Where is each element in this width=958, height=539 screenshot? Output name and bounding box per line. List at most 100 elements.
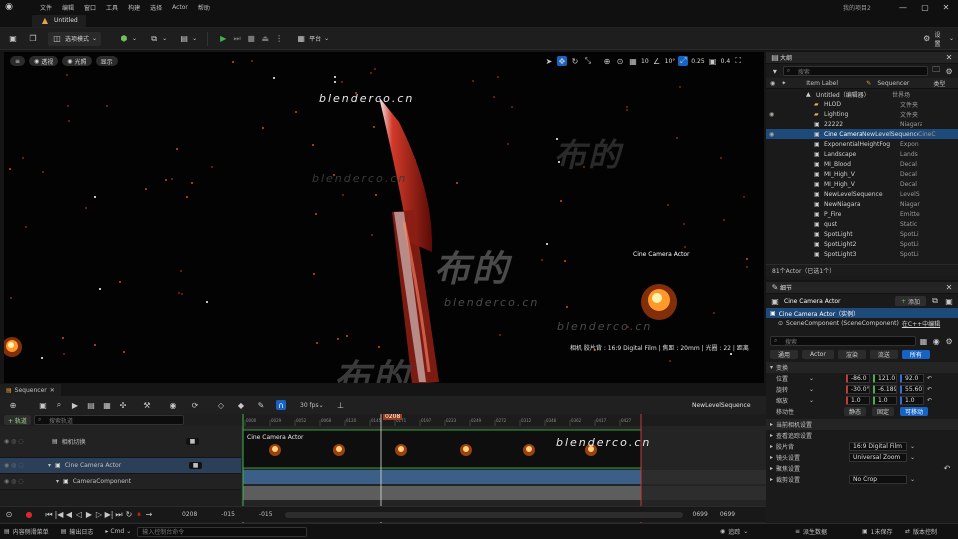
rotate-icon[interactable]: ↻: [570, 56, 580, 66]
snap-magnet-icon[interactable]: ∩: [276, 400, 286, 410]
end-icon[interactable]: →: [144, 510, 154, 520]
outliner-row[interactable]: ▣ P_Fire Emitte: [766, 209, 958, 219]
maximize-icon[interactable]: ▢: [920, 2, 930, 12]
close-icon[interactable]: ✕: [941, 2, 951, 12]
pin-column-icon[interactable]: ✦: [781, 80, 786, 87]
add-component-button[interactable]: + 添加: [894, 296, 926, 306]
transform-value-field[interactable]: 1.0: [873, 396, 897, 405]
transform-value-field[interactable]: 1.0: [900, 396, 924, 405]
angle-snap-icon[interactable]: ∠: [652, 56, 662, 66]
visibility-eye-icon[interactable]: ◉: [766, 131, 780, 138]
focus-row[interactable]: ▸ 聚焦设置 ↶: [766, 463, 958, 474]
outliner-row[interactable]: ▣ SpotLight SpotLi: [766, 229, 958, 239]
angle-snap-value[interactable]: 10°: [665, 58, 676, 65]
timeline-scrollbar[interactable]: [284, 511, 683, 518]
next-key-icon[interactable]: ▶|: [104, 510, 114, 520]
filmback-select[interactable]: 16:9 Digital Film: [849, 442, 908, 451]
add-folder-icon[interactable]: 🗀: [931, 65, 941, 76]
outliner-row[interactable]: ▣ ExponentialHeightFog Expon: [766, 139, 958, 149]
sequencer-track-row[interactable]: ◉ ◎ ◌ ▾ ▣ CameraComponent: [0, 474, 241, 490]
level-viewport[interactable]: ≡ ◉ 透视 ◉ 光照 显示 ➤ ✥ ↻ ⤡ ⊕ ⊙ ▦ 10 ∠ 10° ⤢ 0.…: [4, 52, 764, 383]
step-icon[interactable]: ⏭: [232, 34, 242, 44]
component-root[interactable]: ▣ Cine Camera Actor（实例）: [766, 308, 958, 318]
outliner-row[interactable]: ▣ NewLevelSequence LevelS: [766, 189, 958, 199]
blueprint-icon[interactable]: ⧉: [930, 296, 940, 306]
transform-value-field[interactable]: 1.0: [846, 396, 870, 405]
perspective-button[interactable]: ◉ 透视: [29, 56, 59, 66]
scale-snap-value[interactable]: 0.25: [691, 58, 704, 65]
col-sequencer[interactable]: Sequencer: [877, 80, 927, 87]
menu-item-5[interactable]: 选择: [150, 3, 162, 12]
cmd-dropdown[interactable]: ▸ Cmd ⌄: [105, 528, 131, 535]
derived-data-button[interactable]: ≡ 派生数据: [795, 527, 827, 536]
scale-icon[interactable]: ⤡: [583, 56, 593, 66]
component-scene[interactable]: ⊙ SceneComponent (SceneComponent) 在C++中编…: [766, 318, 958, 328]
outliner-row[interactable]: ▣ SpotLight2 SpotLi: [766, 239, 958, 249]
mode-select-button[interactable]: ◫ 选项模式 ⌄: [48, 31, 102, 46]
track-visibility-icon[interactable]: ◉ ◎ ◌: [4, 438, 40, 445]
fps-dropdown[interactable]: 30 fps: [300, 402, 319, 409]
record-icon[interactable]: ●: [24, 510, 34, 520]
sequence-name[interactable]: NewLevelSequence: [692, 402, 751, 409]
grid-snap-icon[interactable]: ▦: [628, 56, 638, 66]
track-search-input[interactable]: ⌕ 搜索轨道: [33, 415, 184, 425]
loop-mode-icon[interactable]: ↻: [124, 510, 134, 520]
outliner-row[interactable]: ▣ qust Static: [766, 219, 958, 229]
source-control-button[interactable]: ⇄ 版本控制: [905, 527, 937, 536]
outliner-row[interactable]: ▣ Landscape Lands: [766, 149, 958, 159]
visibility-column-icon[interactable]: ◉: [770, 80, 775, 87]
menu-item-0[interactable]: 文件: [40, 3, 52, 12]
transform-value-field[interactable]: -30.0°: [846, 385, 870, 394]
settings-button[interactable]: ⚙ 设置 ⌄: [918, 32, 958, 48]
select-arrow-icon[interactable]: ➤: [544, 56, 554, 66]
collapse-icon[interactable]: ▣: [944, 296, 954, 306]
outliner-row[interactable]: ▣ MI_Blood Decal: [766, 159, 958, 169]
outliner-row[interactable]: ◉ ▣ Cine Camera ActorNewLevelSequenceCineC: [766, 129, 958, 139]
transform-value-field[interactable]: -6.189°: [873, 385, 897, 394]
working-range-end[interactable]: 0699: [720, 511, 735, 518]
step-forward-icon[interactable]: ▷: [94, 510, 104, 520]
mobility-option-1[interactable]: 固定: [872, 407, 895, 416]
grid-snap-value[interactable]: 10: [641, 58, 649, 65]
lit-button[interactable]: ◉ 光照: [62, 56, 92, 66]
lens-select[interactable]: Universal Zoom: [849, 453, 908, 462]
menu-item-4[interactable]: 构建: [128, 3, 140, 12]
details-tab-2[interactable]: 渲染: [837, 349, 866, 359]
outliner-row[interactable]: ▣ MI_High_V Decal: [766, 179, 958, 189]
col-type[interactable]: 类型: [933, 79, 945, 88]
save-icon[interactable]: ▣: [38, 400, 48, 410]
key-icon[interactable]: ◇: [216, 400, 226, 410]
playback-options-icon[interactable]: ⟳: [190, 400, 200, 410]
world-icon[interactable]: ⊕: [602, 56, 612, 66]
reset-icon[interactable]: ↶: [927, 375, 932, 382]
transform-value-field[interactable]: 92.0: [900, 374, 924, 383]
current-frame-field[interactable]: 0208: [182, 511, 197, 518]
playhead-frame-label[interactable]: 0208: [383, 414, 403, 420]
play-forward-icon[interactable]: ▶: [84, 510, 94, 520]
view-range-end[interactable]: 0699: [693, 511, 708, 518]
details-tab-4[interactable]: 所有: [901, 349, 930, 359]
cinematics-button[interactable]: ▤ ⌄: [175, 32, 201, 46]
playhead-tool-icon[interactable]: ⊥: [336, 400, 346, 410]
close-icon[interactable]: ✕: [944, 53, 954, 63]
outliner-row[interactable]: ▰ HLOD 文件夹: [766, 99, 958, 109]
reset-icon[interactable]: ↶: [942, 464, 952, 474]
brush-icon[interactable]: ✎: [256, 400, 266, 410]
outliner-row[interactable]: ▣ 22222 Niagara: [766, 119, 958, 129]
transform-value-field[interactable]: 121.0: [873, 374, 897, 383]
unsaved-button[interactable]: ▣ 1未保存: [862, 527, 893, 536]
track-camera-toggle-icon[interactable]: ■: [188, 462, 203, 469]
eye-icon[interactable]: ◉: [931, 336, 941, 346]
chevron-down-icon[interactable]: ⌄: [809, 386, 843, 393]
current-camera-section[interactable]: ▸ 当前相机设置: [766, 419, 958, 430]
close-icon[interactable]: ✕: [944, 283, 954, 293]
outliner-row[interactable]: ◉ ▰ Lighting 文件夹: [766, 109, 958, 119]
transform-value-field[interactable]: -86.0: [846, 374, 870, 383]
working-range-start[interactable]: -015: [259, 511, 273, 518]
crop-select[interactable]: No Crop: [849, 475, 908, 484]
outliner-row[interactable]: ▣ NewNiagara Niagar: [766, 199, 958, 209]
track-visibility-icon[interactable]: ◉ ◎ ◌: [4, 478, 40, 485]
reset-icon[interactable]: ↶: [927, 397, 932, 404]
film-icon[interactable]: ▦: [102, 400, 112, 410]
view-icon[interactable]: ◉: [168, 400, 178, 410]
